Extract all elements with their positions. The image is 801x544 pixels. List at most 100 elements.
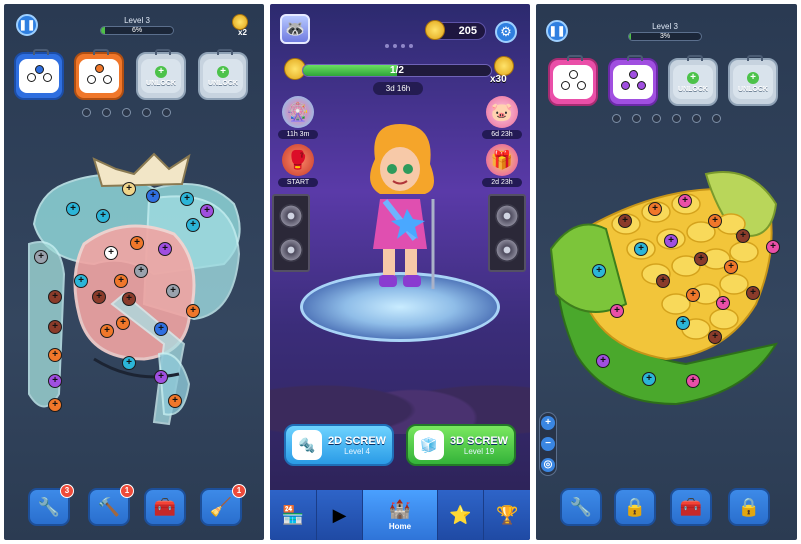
piggy-bank-event[interactable]: 🐷 6d 23h <box>482 96 522 139</box>
screw-orange[interactable]: + <box>724 260 738 274</box>
screw-orange[interactable]: + <box>708 214 722 228</box>
screw-orange[interactable]: + <box>114 274 128 288</box>
broom-tool-button[interactable]: 🧹 1 <box>200 484 246 526</box>
nav-trophy[interactable]: 🏆 <box>484 490 530 540</box>
glove-icon: 🥊 <box>282 144 314 176</box>
mode-3d-screw-button[interactable]: 🧊 3D SCREW Level 19 <box>406 424 516 466</box>
screw-cyan[interactable]: + <box>592 264 606 278</box>
coin-amount: 205 <box>458 25 477 37</box>
screw-pink[interactable]: + <box>686 374 700 388</box>
nav-shop[interactable]: 🏪 <box>270 490 317 540</box>
screw-brown[interactable]: + <box>92 290 106 304</box>
screw-blue[interactable]: + <box>154 322 168 336</box>
screw-orange[interactable]: + <box>686 288 700 302</box>
screw-orange[interactable]: + <box>130 236 144 250</box>
pause-button[interactable]: ❚❚ <box>16 14 38 36</box>
toolbox-tool-button[interactable]: 🧰 <box>144 488 186 526</box>
drill-tool-button[interactable]: 🔧 3 <box>28 484 74 526</box>
screw-orange[interactable]: + <box>168 394 182 408</box>
event-timer: 2d 23h <box>482 178 522 187</box>
plus-icon: + <box>155 65 167 78</box>
screw-cyan[interactable]: + <box>634 242 648 256</box>
screw-purple[interactable]: + <box>664 234 678 248</box>
screw-box-orange <box>74 49 124 100</box>
screw-cyan[interactable]: + <box>74 274 88 288</box>
screw-brown[interactable]: + <box>48 290 62 304</box>
screw-white[interactable]: + <box>104 246 118 260</box>
locked-box-2[interactable]: + UNLOCK <box>198 49 248 100</box>
screw-brown[interactable]: + <box>656 274 670 288</box>
pass-progress-bar[interactable]: 1/2 <box>302 64 492 77</box>
screw-purple[interactable]: + <box>48 374 62 388</box>
nav-video[interactable]: ▶ <box>317 490 364 540</box>
screw-brown[interactable]: + <box>122 292 136 306</box>
screw-cyan[interactable]: + <box>66 202 80 216</box>
spin-wheel-event[interactable]: 🎡 11h 3m <box>278 96 318 139</box>
screw-orange[interactable]: + <box>48 398 62 412</box>
box-handle <box>33 49 49 55</box>
screw-orange[interactable]: + <box>48 348 62 362</box>
zoom-in-button[interactable]: + <box>541 416 555 431</box>
zoom-out-button[interactable]: − <box>541 436 555 451</box>
hammer-icon: 🔨 <box>97 496 121 517</box>
screw-purple[interactable]: + <box>596 354 610 368</box>
level-progress: Level 3 6% <box>100 16 174 35</box>
screw-pink[interactable]: + <box>678 194 692 208</box>
screw-cyan[interactable]: + <box>642 372 656 386</box>
screw-gray[interactable]: + <box>34 250 48 264</box>
screw-orange[interactable]: + <box>186 304 200 318</box>
screw-orange[interactable]: + <box>100 324 114 338</box>
nav-home[interactable]: 🏰 Home <box>363 490 438 540</box>
gift-icon: 🎁 <box>486 144 518 176</box>
screw-cyan[interactable]: + <box>676 316 690 330</box>
settings-button[interactable]: ⚙ <box>495 21 517 43</box>
screw-gray[interactable]: + <box>134 264 148 278</box>
unlock-label: UNLOCK <box>146 79 176 87</box>
locked-box-1[interactable]: + UNLOCK <box>136 49 186 100</box>
recenter-button[interactable]: ◎ <box>541 457 555 472</box>
locked-tool-button[interactable]: 🔒 <box>614 488 656 526</box>
screw-brown[interactable]: + <box>694 252 708 266</box>
screw-orange[interactable]: + <box>648 202 662 216</box>
screw-brown[interactable]: + <box>48 320 62 334</box>
screw-purple[interactable]: + <box>154 370 168 384</box>
right-game-screen: ❚❚ Level 3 3% + UNLOCK + UNLOCK + + + + … <box>536 4 797 540</box>
broom-icon: 🧹 <box>209 496 233 517</box>
screw-brown[interactable]: + <box>746 286 760 300</box>
mode-2d-screw-button[interactable]: 🔩 2D SCREW Level 4 <box>284 424 394 466</box>
boxing-event[interactable]: 🥊 START <box>278 144 318 187</box>
screw-cyan[interactable]: + <box>122 356 136 370</box>
toolbox-tool-button[interactable]: 🧰 <box>670 488 712 526</box>
screw-beige[interactable]: + <box>122 182 136 196</box>
gift-event[interactable]: 🎁 2d 23h <box>482 144 522 187</box>
locked-tool-button[interactable]: 🔒 <box>728 488 770 526</box>
wheel-icon: 🎡 <box>282 96 314 128</box>
drill-tool-button[interactable]: 🔧 <box>560 488 602 526</box>
screw-brown[interactable]: + <box>618 214 632 228</box>
screw-cyan[interactable]: + <box>180 192 194 206</box>
nav-star[interactable]: ⭐ <box>438 490 485 540</box>
screw-pink[interactable]: + <box>610 304 624 318</box>
screw-brown[interactable]: + <box>708 330 722 344</box>
screw-gray[interactable]: + <box>166 284 180 298</box>
screw-cyan[interactable]: + <box>96 209 110 223</box>
screw-blue[interactable]: + <box>146 189 160 203</box>
player-avatar[interactable]: 🦝 <box>280 14 310 44</box>
screw-orange[interactable]: + <box>116 316 130 330</box>
tool-badge: 3 <box>60 484 74 498</box>
lock-icon: 🔒 <box>623 496 647 517</box>
box-handle <box>627 55 643 61</box>
locked-box-2[interactable]: + UNLOCK <box>728 55 778 106</box>
hammer-tool-button[interactable]: 🔨 1 <box>88 484 134 526</box>
locked-box-1[interactable]: + UNLOCK <box>668 55 718 106</box>
zoom-controls: + − ◎ <box>539 412 557 476</box>
screw-purple[interactable]: + <box>200 204 214 218</box>
pass-reward[interactable]: x30 <box>488 56 522 86</box>
screw-pink[interactable]: + <box>766 240 780 254</box>
screw-cyan[interactable]: + <box>186 218 200 232</box>
coin-counter[interactable]: 205 <box>425 20 486 40</box>
screw-pink[interactable]: + <box>716 296 730 310</box>
pause-button[interactable]: ❚❚ <box>546 20 568 42</box>
screw-purple[interactable]: + <box>158 242 172 256</box>
screw-brown[interactable]: + <box>736 229 750 243</box>
